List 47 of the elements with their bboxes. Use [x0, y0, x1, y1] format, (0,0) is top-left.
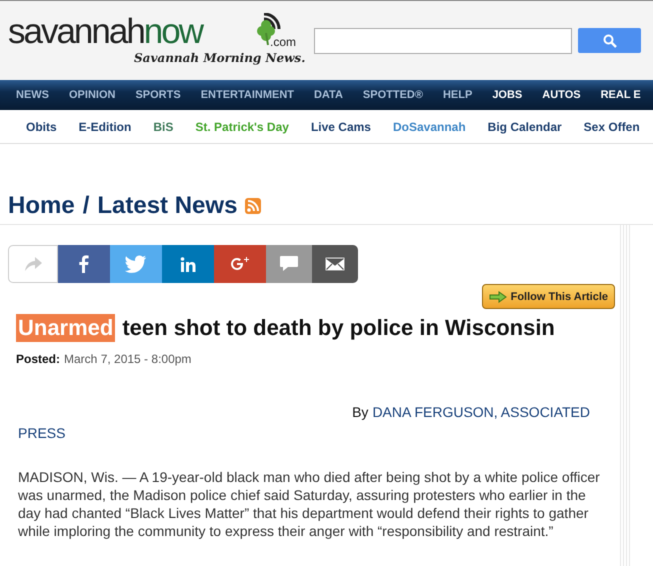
envelope-icon [325, 257, 345, 271]
search-icon [602, 34, 616, 48]
linkedin-icon [180, 256, 196, 272]
breadcrumb-home-link[interactable]: Home [8, 192, 75, 220]
nav-link[interactable]: DATA [314, 89, 343, 101]
nav-link[interactable]: SPOTTED® [362, 89, 423, 101]
facebook-icon [79, 255, 89, 273]
logo-domain: .com [270, 35, 296, 49]
nav-link[interactable]: ENTERTAINMENT [200, 89, 294, 101]
article-paragraph: MADISON, Wis. — A 19-year-old black man who died after being shot by a white police officer was unarmed, the Madison police chief said Saturday, assuring protesters who earlier in the day had chanted “Black Lives Matter” that his department would defend their rights to gather while imploring the community to express their anger with “responsibility and restraint.” [18, 468, 600, 540]
subnav-link[interactable]: BiS [153, 120, 174, 134]
subnav-link[interactable]: Big Calendar [488, 120, 562, 134]
subnav-link[interactable]: Sex Offen [584, 120, 640, 134]
nav-link[interactable]: JOBS [492, 89, 522, 101]
email-button[interactable] [312, 245, 358, 283]
search-field[interactable] [314, 28, 572, 54]
share-arrow-icon [23, 256, 43, 272]
article-headline: teen shot to death by police in Wisconsin [122, 315, 555, 341]
search-button[interactable] [578, 28, 641, 53]
posted-date: March 7, 2015 - 8:00pm [64, 352, 192, 366]
follow-article-button[interactable]: Follow This Article [482, 284, 615, 309]
logo-tagline: Savannah Morning News. [134, 51, 306, 65]
nav-link[interactable]: HELP [442, 89, 472, 101]
nav-link[interactable]: REAL E [600, 89, 641, 101]
facebook-button[interactable] [58, 245, 110, 283]
speech-bubble-icon [279, 255, 299, 273]
subnav-link[interactable]: DoSavannah [392, 120, 466, 134]
google-plus-button[interactable] [214, 245, 266, 283]
breadcrumb-separator: / [82, 192, 90, 220]
arrow-right-icon [488, 290, 507, 302]
subnav-link[interactable]: E-Edition [78, 120, 132, 134]
highlighted-word: Unarmed [16, 314, 116, 342]
bird-icon [125, 255, 147, 273]
nav-link[interactable]: NEWS [16, 89, 49, 101]
logo-wordmark[interactable]: savannahnow [8, 12, 202, 52]
author-link[interactable]: PRESS [18, 423, 66, 444]
nav-link[interactable]: OPINION [69, 89, 116, 101]
subnav-link[interactable]: Obits [26, 120, 57, 134]
posted-label: Posted: [16, 352, 60, 366]
author-link[interactable]: DANA FERGUSON, ASSOCIATED [372, 402, 590, 423]
subnav-link[interactable]: Live Cams [310, 120, 371, 134]
nav-link[interactable]: AUTOS [542, 89, 581, 101]
byline-prefix: By [352, 403, 368, 422]
nav-link[interactable]: SPORTS [135, 89, 181, 101]
rss-icon[interactable] [245, 198, 262, 214]
breadcrumb-section[interactable]: Latest News [97, 192, 238, 220]
linkedin-button[interactable] [162, 245, 214, 283]
